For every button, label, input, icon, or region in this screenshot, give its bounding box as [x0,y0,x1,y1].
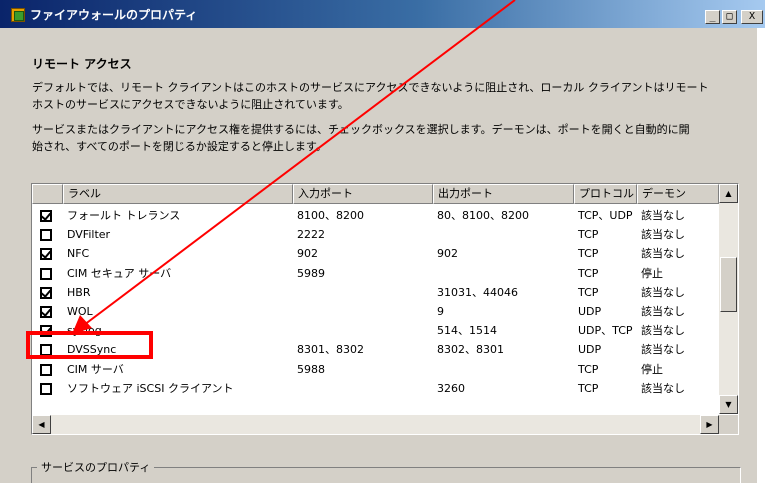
firewall-properties-window: ファイアウォールのプロパティ _ □ X リモート アクセス デフォルトでは、リ… [0,0,765,483]
annotation-arrow-line [83,0,516,326]
annotation-arrow-head [72,315,92,334]
annotation-arrow [72,0,516,334]
